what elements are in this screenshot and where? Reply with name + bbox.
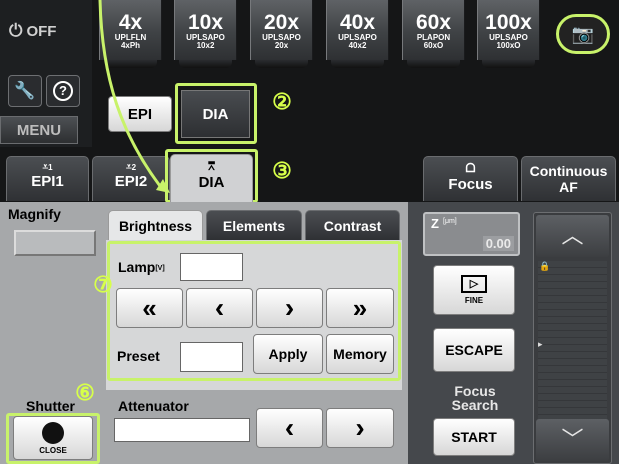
z-display: Z [μm] 0.00: [423, 212, 520, 256]
lamp-right-button[interactable]: ›: [256, 288, 323, 328]
tab-contrast[interactable]: Contrast: [305, 210, 400, 240]
lamp-left-button[interactable]: ‹: [186, 288, 253, 328]
tab-epi2[interactable]: ⩡2 EPI2: [92, 156, 170, 201]
shutter-circle-icon: [42, 421, 64, 444]
menu-button[interactable]: MENU: [0, 116, 78, 144]
attenuator-right-button[interactable]: ›: [326, 408, 394, 448]
focus-up-button[interactable]: ︿: [536, 215, 609, 257]
focus-slider[interactable]: ︿ 🔒 ▸ ﹀: [533, 212, 612, 464]
magnify-field: [14, 230, 96, 256]
camera-icon: 📷: [571, 23, 595, 44]
callout-3: ③: [272, 158, 292, 183]
magnify-label: Magnify: [8, 206, 61, 222]
objective-40x[interactable]: 40x UPLSAPO 40x2: [326, 0, 389, 68]
tab-elements[interactable]: Elements: [206, 210, 302, 240]
focus-search-label: Focus Search: [451, 383, 499, 413]
preset-memory-button[interactable]: Memory: [326, 334, 394, 374]
focus-position-marker: ▸: [538, 339, 543, 349]
fine-step-icon: ▷: [461, 275, 487, 293]
lamp-fast-left-button[interactable]: «: [116, 288, 183, 328]
shutter-close-button[interactable]: CLOSE: [13, 416, 93, 460]
start-button[interactable]: START: [433, 418, 515, 456]
tab-epi1[interactable]: ⩡1 EPI1: [6, 156, 89, 201]
focus-track: 🔒 ▸: [538, 261, 607, 421]
callout-6: ⑥: [75, 380, 95, 405]
power-off-button[interactable]: ⏻ OFF: [9, 17, 85, 45]
settings-button[interactable]: 🔧: [8, 75, 42, 107]
chevron-down-icon: ﹀: [561, 427, 584, 452]
tab-brightness[interactable]: Brightness: [108, 210, 203, 240]
tab-focus[interactable]: ᗝ Focus: [423, 156, 518, 201]
help-icon: ?: [53, 81, 73, 101]
callout-2: ②: [272, 89, 292, 114]
attenuator-label: Attenuator: [118, 398, 189, 414]
escape-button[interactable]: ESCAPE: [433, 328, 515, 372]
attenuator-left-button[interactable]: ‹: [256, 408, 323, 448]
preset-label: Preset: [117, 348, 160, 364]
objective-100x[interactable]: 100x UPLSAPO 100xO: [477, 0, 540, 68]
preset-value-field[interactable]: [180, 342, 243, 372]
tab-dia[interactable]: ⩞ DIA: [170, 154, 253, 202]
lamp-value-field[interactable]: [180, 253, 243, 281]
preset-apply-button[interactable]: Apply: [253, 334, 323, 374]
epi-cube-icon: ⩡1: [42, 162, 53, 173]
lamp-fast-right-button[interactable]: »: [326, 288, 394, 328]
epi-cube-icon: ⩡2: [125, 162, 137, 173]
focus-down-button[interactable]: ﹀: [536, 419, 609, 461]
epi-illum-button[interactable]: EPI: [108, 96, 172, 132]
dia-illum-button[interactable]: DIA: [181, 90, 250, 138]
objective-60x[interactable]: 60x PLAPON 60xO: [402, 0, 465, 68]
objective-4x[interactable]: 4x UPLFLN 4xPh: [99, 0, 162, 68]
focus-icon: ᗝ: [465, 161, 476, 175]
wrench-icon: 🔧: [14, 81, 36, 100]
lock-icon: 🔒: [539, 261, 551, 271]
attenuator-value-field[interactable]: [114, 418, 250, 442]
power-icon: ⏻: [9, 21, 23, 40]
tab-continuous-af[interactable]: Continuous AF: [521, 156, 616, 201]
help-button[interactable]: ?: [46, 75, 80, 107]
shutter-label: Shutter: [26, 398, 75, 414]
callout-7: ⑦: [93, 272, 113, 297]
camera-button[interactable]: 📷: [556, 14, 610, 54]
objective-20x[interactable]: 20x UPLSAPO 20x: [250, 0, 313, 68]
lamp-label: Lamp[V]: [118, 259, 165, 275]
objective-10x[interactable]: 10x UPLSAPO 10x2: [174, 0, 237, 68]
chevron-up-icon: ︿: [561, 223, 584, 248]
lamp-icon: ⩞: [208, 161, 215, 173]
fine-button[interactable]: ▷ FINE: [433, 265, 515, 315]
